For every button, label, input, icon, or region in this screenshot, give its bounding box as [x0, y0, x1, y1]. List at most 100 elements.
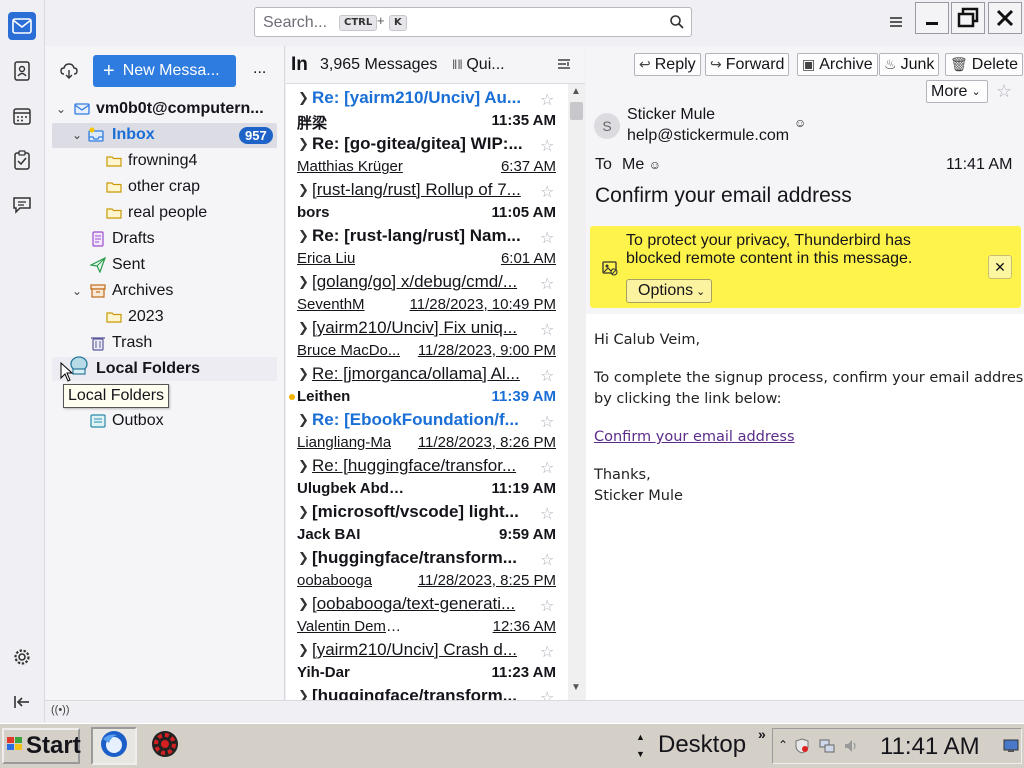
- delete-button[interactable]: 🗑 Delete: [945, 53, 1024, 76]
- forward-button[interactable]: ↪ Forward: [705, 53, 790, 76]
- settings-gear-icon[interactable]: [8, 643, 36, 671]
- start-button[interactable]: Start: [2, 728, 81, 764]
- scroll-up-icon[interactable]: ▲: [571, 86, 581, 97]
- chevron-down-icon[interactable]: ⌄: [72, 128, 82, 142]
- message-row-subject[interactable]: ❯ [rust-lang/rust] Rollup of 7...: [296, 180, 558, 203]
- chat-icon[interactable]: [8, 191, 36, 219]
- star-icon[interactable]: ☆: [540, 320, 554, 340]
- desktop-chevron[interactable]: »: [758, 726, 766, 742]
- star-icon[interactable]: ☆: [540, 412, 554, 432]
- address-book-icon[interactable]: [8, 57, 36, 85]
- message-row-subject[interactable]: ❯ [yairm210/Unciv] Fix uniq...: [296, 318, 558, 341]
- message-row-subject[interactable]: ❯ [golang/go] x/debug/cmd/...: [296, 272, 558, 295]
- folder-other-crap[interactable]: other crap: [52, 175, 277, 199]
- security-shield-icon[interactable]: [795, 738, 809, 759]
- star-icon[interactable]: ☆: [540, 228, 554, 248]
- options-button[interactable]: Options ⌄: [626, 279, 712, 303]
- message-row-meta[interactable]: Jack BAI 9:59 AM: [296, 526, 558, 548]
- junk-button[interactable]: ♨ Junk: [879, 53, 940, 76]
- message-row-meta[interactable]: Bruce MacDo... 11/28/2023, 9:00 PM: [296, 342, 558, 364]
- chevron-down-icon[interactable]: ⌄: [72, 284, 82, 298]
- new-message-button[interactable]: + New Messa...: [93, 55, 236, 87]
- thunderbird-taskbar-button[interactable]: [91, 727, 137, 765]
- folder-local-folders[interactable]: ⌄ Local Folders: [52, 356, 277, 381]
- thread-expand-icon[interactable]: ❯: [298, 550, 309, 566]
- thread-expand-icon[interactable]: ❯: [298, 504, 309, 520]
- contact-icon[interactable]: ☺: [794, 116, 806, 130]
- reply-button[interactable]: ↩ Reply: [634, 53, 701, 76]
- taskbar-scroll-arrows[interactable]: ▲ ▼: [636, 729, 645, 763]
- thread-expand-icon[interactable]: ❯: [298, 596, 309, 612]
- chevron-down-icon[interactable]: ⌄: [56, 102, 66, 116]
- mail-space-icon[interactable]: [8, 12, 36, 40]
- thread-expand-icon[interactable]: ❯: [298, 136, 309, 152]
- message-list-scrollbar[interactable]: ▲ ▼: [568, 84, 585, 700]
- message-row-subject[interactable]: ❯ [oobabooga/text-generati...: [296, 594, 558, 617]
- confirm-email-link[interactable]: Confirm your email address: [594, 429, 795, 445]
- tasks-icon[interactable]: [8, 146, 36, 174]
- message-row-meta[interactable]: Valentin Demeusy 12:36 AM: [296, 618, 558, 640]
- scroll-down-icon[interactable]: ▼: [571, 682, 581, 693]
- star-icon[interactable]: ☆: [540, 136, 554, 156]
- star-icon[interactable]: ☆: [540, 90, 554, 110]
- message-row-meta[interactable]: Ulugbek Abdullaev 11:19 AM: [296, 480, 558, 502]
- message-row-meta[interactable]: SeventhM 11/28/2023, 10:49 PM: [296, 296, 558, 318]
- star-icon[interactable]: ☆: [540, 274, 554, 294]
- star-icon[interactable]: ☆: [540, 504, 554, 524]
- star-icon[interactable]: ☆: [540, 550, 554, 570]
- taskbar-clock[interactable]: 11:41 AM: [880, 733, 980, 761]
- star-icon[interactable]: ☆: [996, 81, 1012, 102]
- more-button[interactable]: More ⌄: [926, 80, 988, 103]
- app-taskbar-button[interactable]: [146, 728, 184, 764]
- message-row-subject[interactable]: ❯ [microsoft/vscode] light...: [296, 502, 558, 525]
- message-row-subject[interactable]: ❯ Re: [yairm210/Unciv] Au...: [296, 88, 558, 111]
- list-options-icon[interactable]: [556, 56, 572, 77]
- message-row-meta[interactable]: Liangliang-Ma 11/28/2023, 8:26 PM: [296, 434, 558, 456]
- search-icon[interactable]: [669, 14, 685, 35]
- folder-frowning4[interactable]: frowning4: [52, 149, 277, 173]
- folder-pane-more-button[interactable]: ...: [253, 60, 266, 78]
- network-icon[interactable]: [819, 738, 835, 759]
- thread-expand-icon[interactable]: ❯: [298, 412, 309, 428]
- star-icon[interactable]: ☆: [540, 458, 554, 478]
- folder-drafts[interactable]: Drafts: [52, 227, 277, 251]
- message-row-meta[interactable]: Leithen 11:39 AM: [296, 388, 558, 410]
- quick-filter-button[interactable]: ‖‖ Qui...: [452, 56, 505, 74]
- maximize-button[interactable]: [951, 2, 985, 34]
- message-row-meta[interactable]: 胖梁 11:35 AM: [296, 112, 558, 134]
- sender-email[interactable]: help@stickermule.com: [627, 127, 789, 145]
- get-messages-icon[interactable]: [60, 62, 78, 85]
- calendar-icon[interactable]: [8, 102, 36, 130]
- thread-expand-icon[interactable]: ❯: [298, 182, 309, 198]
- folder-2023[interactable]: 2023: [52, 305, 277, 329]
- thread-expand-icon[interactable]: ❯: [298, 320, 309, 336]
- message-row-meta[interactable]: Erica Liu 6:01 AM: [296, 250, 558, 272]
- recipient[interactable]: Me ☺: [622, 156, 661, 174]
- folder-archives[interactable]: ⌄ Archives: [52, 279, 277, 303]
- folder-sent[interactable]: Sent: [52, 253, 277, 277]
- scrollbar-thumb[interactable]: [570, 102, 583, 120]
- volume-icon[interactable]: [843, 738, 859, 759]
- folder-outbox[interactable]: Outbox: [52, 409, 277, 433]
- archive-button[interactable]: ▣ Archive: [797, 53, 878, 76]
- message-row-meta[interactable]: Matthias Krüger 6:37 AM: [296, 158, 558, 180]
- desktop-toolbar-label[interactable]: Desktop: [658, 731, 746, 759]
- account-row[interactable]: ⌄ vm0b0t@computern...: [52, 97, 277, 121]
- message-row-meta[interactable]: bors 11:05 AM: [296, 204, 558, 226]
- thread-expand-icon[interactable]: ❯: [298, 228, 309, 244]
- close-notice-button[interactable]: ✕: [988, 255, 1012, 279]
- message-row-subject[interactable]: ❯ Re: [huggingface/transfor...: [296, 456, 558, 479]
- message-row-subject[interactable]: ❯ Re: [go-gitea/gitea] WIP:...: [296, 134, 558, 157]
- sender-name[interactable]: Sticker Mule: [627, 106, 715, 124]
- folder-real-people[interactable]: real people: [52, 201, 277, 225]
- show-desktop-icon[interactable]: [1003, 739, 1019, 758]
- folder-trash[interactable]: Trash: [52, 331, 277, 355]
- search-input[interactable]: Search... CTRL + K: [254, 7, 692, 37]
- collapse-spaces-icon[interactable]: [8, 688, 36, 716]
- message-row-subject[interactable]: ❯ Re: [rust-lang/rust] Nam...: [296, 226, 558, 249]
- message-row-meta[interactable]: oobabooga 11/28/2023, 8:25 PM: [296, 572, 558, 594]
- confirm-link-text[interactable]: Confirm your email address: [594, 429, 795, 445]
- tray-expand-icon[interactable]: ⌃: [778, 738, 788, 752]
- message-row-subject[interactable]: ❯ Re: [jmorganca/ollama] Al...: [296, 364, 558, 387]
- thread-expand-icon[interactable]: ❯: [298, 90, 309, 106]
